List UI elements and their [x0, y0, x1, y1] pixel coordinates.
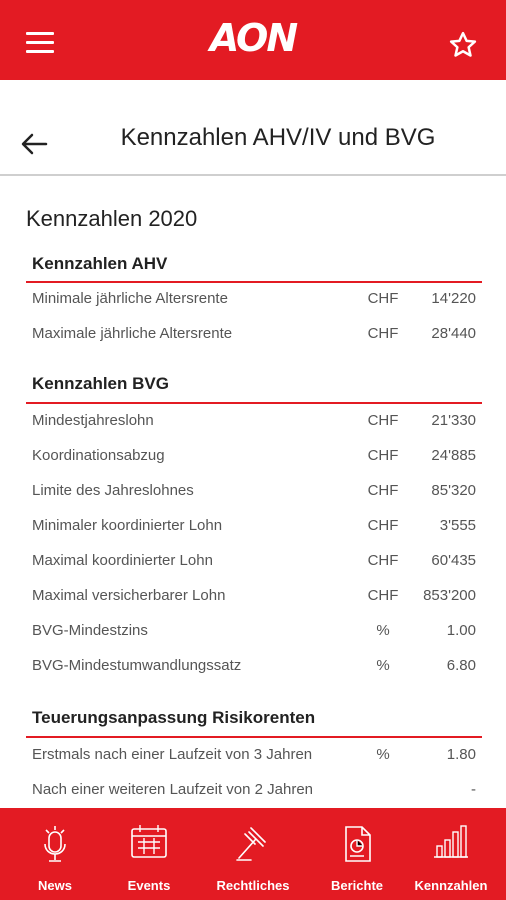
row-unit: CHF — [367, 447, 399, 464]
row-label: Maximal versicherbarer Lohn — [32, 587, 226, 604]
row-unit: CHF — [367, 482, 399, 499]
nav-item-kennzahlen[interactable]: Kennzahlen — [401, 808, 501, 900]
nav-item-news[interactable]: News — [5, 808, 105, 900]
row-label: Mindestjahreslohn — [32, 412, 154, 429]
report-document-icon — [345, 826, 371, 862]
row-value: 1.80 — [446, 746, 476, 763]
calendar-icon — [131, 825, 167, 858]
row-label: Nach einer weiteren Laufzeit von 2 Jahre… — [32, 781, 314, 798]
row-unit: % — [376, 746, 390, 763]
row-unit: % — [376, 657, 390, 674]
row-value: - — [471, 781, 476, 798]
table-row: Mindestjahreslohn CHF 21'330 — [0, 404, 506, 439]
row-unit: CHF — [367, 587, 399, 604]
row-value: 60'435 — [431, 552, 476, 569]
row-unit: % — [376, 622, 390, 639]
table-row: BVG-Mindestumwandlungssatz % 6.80 — [0, 649, 506, 684]
nav-item-rechtliches[interactable]: Rechtliches — [203, 808, 303, 900]
row-label: Maximale jährliche Altersrente — [32, 325, 233, 342]
app-header: AON — [0, 0, 506, 80]
table-row: Erstmals nach einer Laufzeit von 3 Jahre… — [0, 738, 506, 773]
row-unit: CHF — [367, 412, 399, 429]
row-label: Erstmals nach einer Laufzeit von 3 Jahre… — [32, 746, 313, 763]
page-titlebar: Kennzahlen AHV/IV und BVG — [0, 80, 506, 176]
row-label: Limite des Jahreslohnes — [32, 482, 194, 499]
row-value: 853'200 — [423, 587, 476, 604]
nav-item-berichte[interactable]: Berichte — [307, 808, 407, 900]
row-value: 6.80 — [446, 657, 476, 674]
section-heading-bvg: Kennzahlen BVG — [32, 374, 169, 393]
nav-label: Berichte — [330, 878, 384, 893]
table-row: Minimaler koordinierter Lohn CHF 3'555 — [0, 509, 506, 544]
section-heading-ahv: Kennzahlen AHV — [32, 254, 168, 273]
nav-label: Rechtliches — [216, 878, 290, 893]
row-label: Maximal koordinierter Lohn — [32, 552, 213, 569]
content-area[interactable]: Kennzahlen 2020 Kennzahlen AHV Minimale … — [0, 178, 506, 808]
aon-logo: AON — [209, 16, 298, 60]
table-row: Nach einer weiteren Laufzeit von 2 Jahre… — [0, 773, 506, 808]
microphone-icon — [44, 826, 66, 862]
table-row: Maximal versicherbarer Lohn CHF 853'200 — [0, 579, 506, 614]
arrow-left-icon[interactable] — [20, 132, 50, 156]
row-value: 14'220 — [431, 290, 476, 307]
page-title: Kennzahlen AHV/IV und BVG — [120, 124, 436, 151]
nav-item-events[interactable]: Events — [99, 808, 199, 900]
row-value: 21'330 — [431, 412, 476, 429]
table-row: Limite des Jahreslohnes CHF 85'320 — [0, 474, 506, 509]
row-value: 24'885 — [431, 447, 476, 464]
bottom-navigation: News Events Rechtliches Berichte Kennzah… — [0, 808, 506, 900]
row-label: BVG-Mindestumwandlungssatz — [32, 657, 242, 674]
row-label: Minimaler koordinierter Lohn — [32, 517, 223, 534]
table-row: Minimale jährliche Altersrente CHF 14'22… — [0, 282, 506, 317]
table-row: BVG-Mindestzins % 1.00 — [0, 614, 506, 649]
row-unit: CHF — [367, 552, 399, 569]
bar-chart-icon — [434, 825, 468, 858]
row-unit: CHF — [367, 517, 399, 534]
nav-label: News — [38, 878, 72, 893]
year-title: Kennzahlen 2020 — [26, 206, 198, 231]
row-unit: CHF — [367, 325, 399, 342]
nav-label: Kennzahlen — [414, 878, 488, 893]
section-heading-teuerung: Teuerungsanpassung Risikorenten — [32, 708, 316, 727]
row-label: Koordinationsabzug — [32, 447, 165, 464]
row-value: 85'320 — [431, 482, 476, 499]
row-value: 1.00 — [446, 622, 476, 639]
table-row: Koordinationsabzug CHF 24'885 — [0, 439, 506, 474]
table-row: Maximal koordinierter Lohn CHF 60'435 — [0, 544, 506, 579]
nav-label: Events — [127, 878, 171, 893]
table-row: Maximale jährliche Altersrente CHF 28'44… — [0, 317, 506, 352]
row-label: BVG-Mindestzins — [32, 622, 148, 639]
star-icon[interactable] — [448, 30, 478, 60]
gavel-icon — [236, 827, 266, 861]
row-value: 3'555 — [439, 517, 476, 534]
row-value: 28'440 — [431, 325, 476, 342]
row-label: Minimale jährliche Altersrente — [32, 290, 228, 307]
row-unit: CHF — [367, 290, 399, 307]
